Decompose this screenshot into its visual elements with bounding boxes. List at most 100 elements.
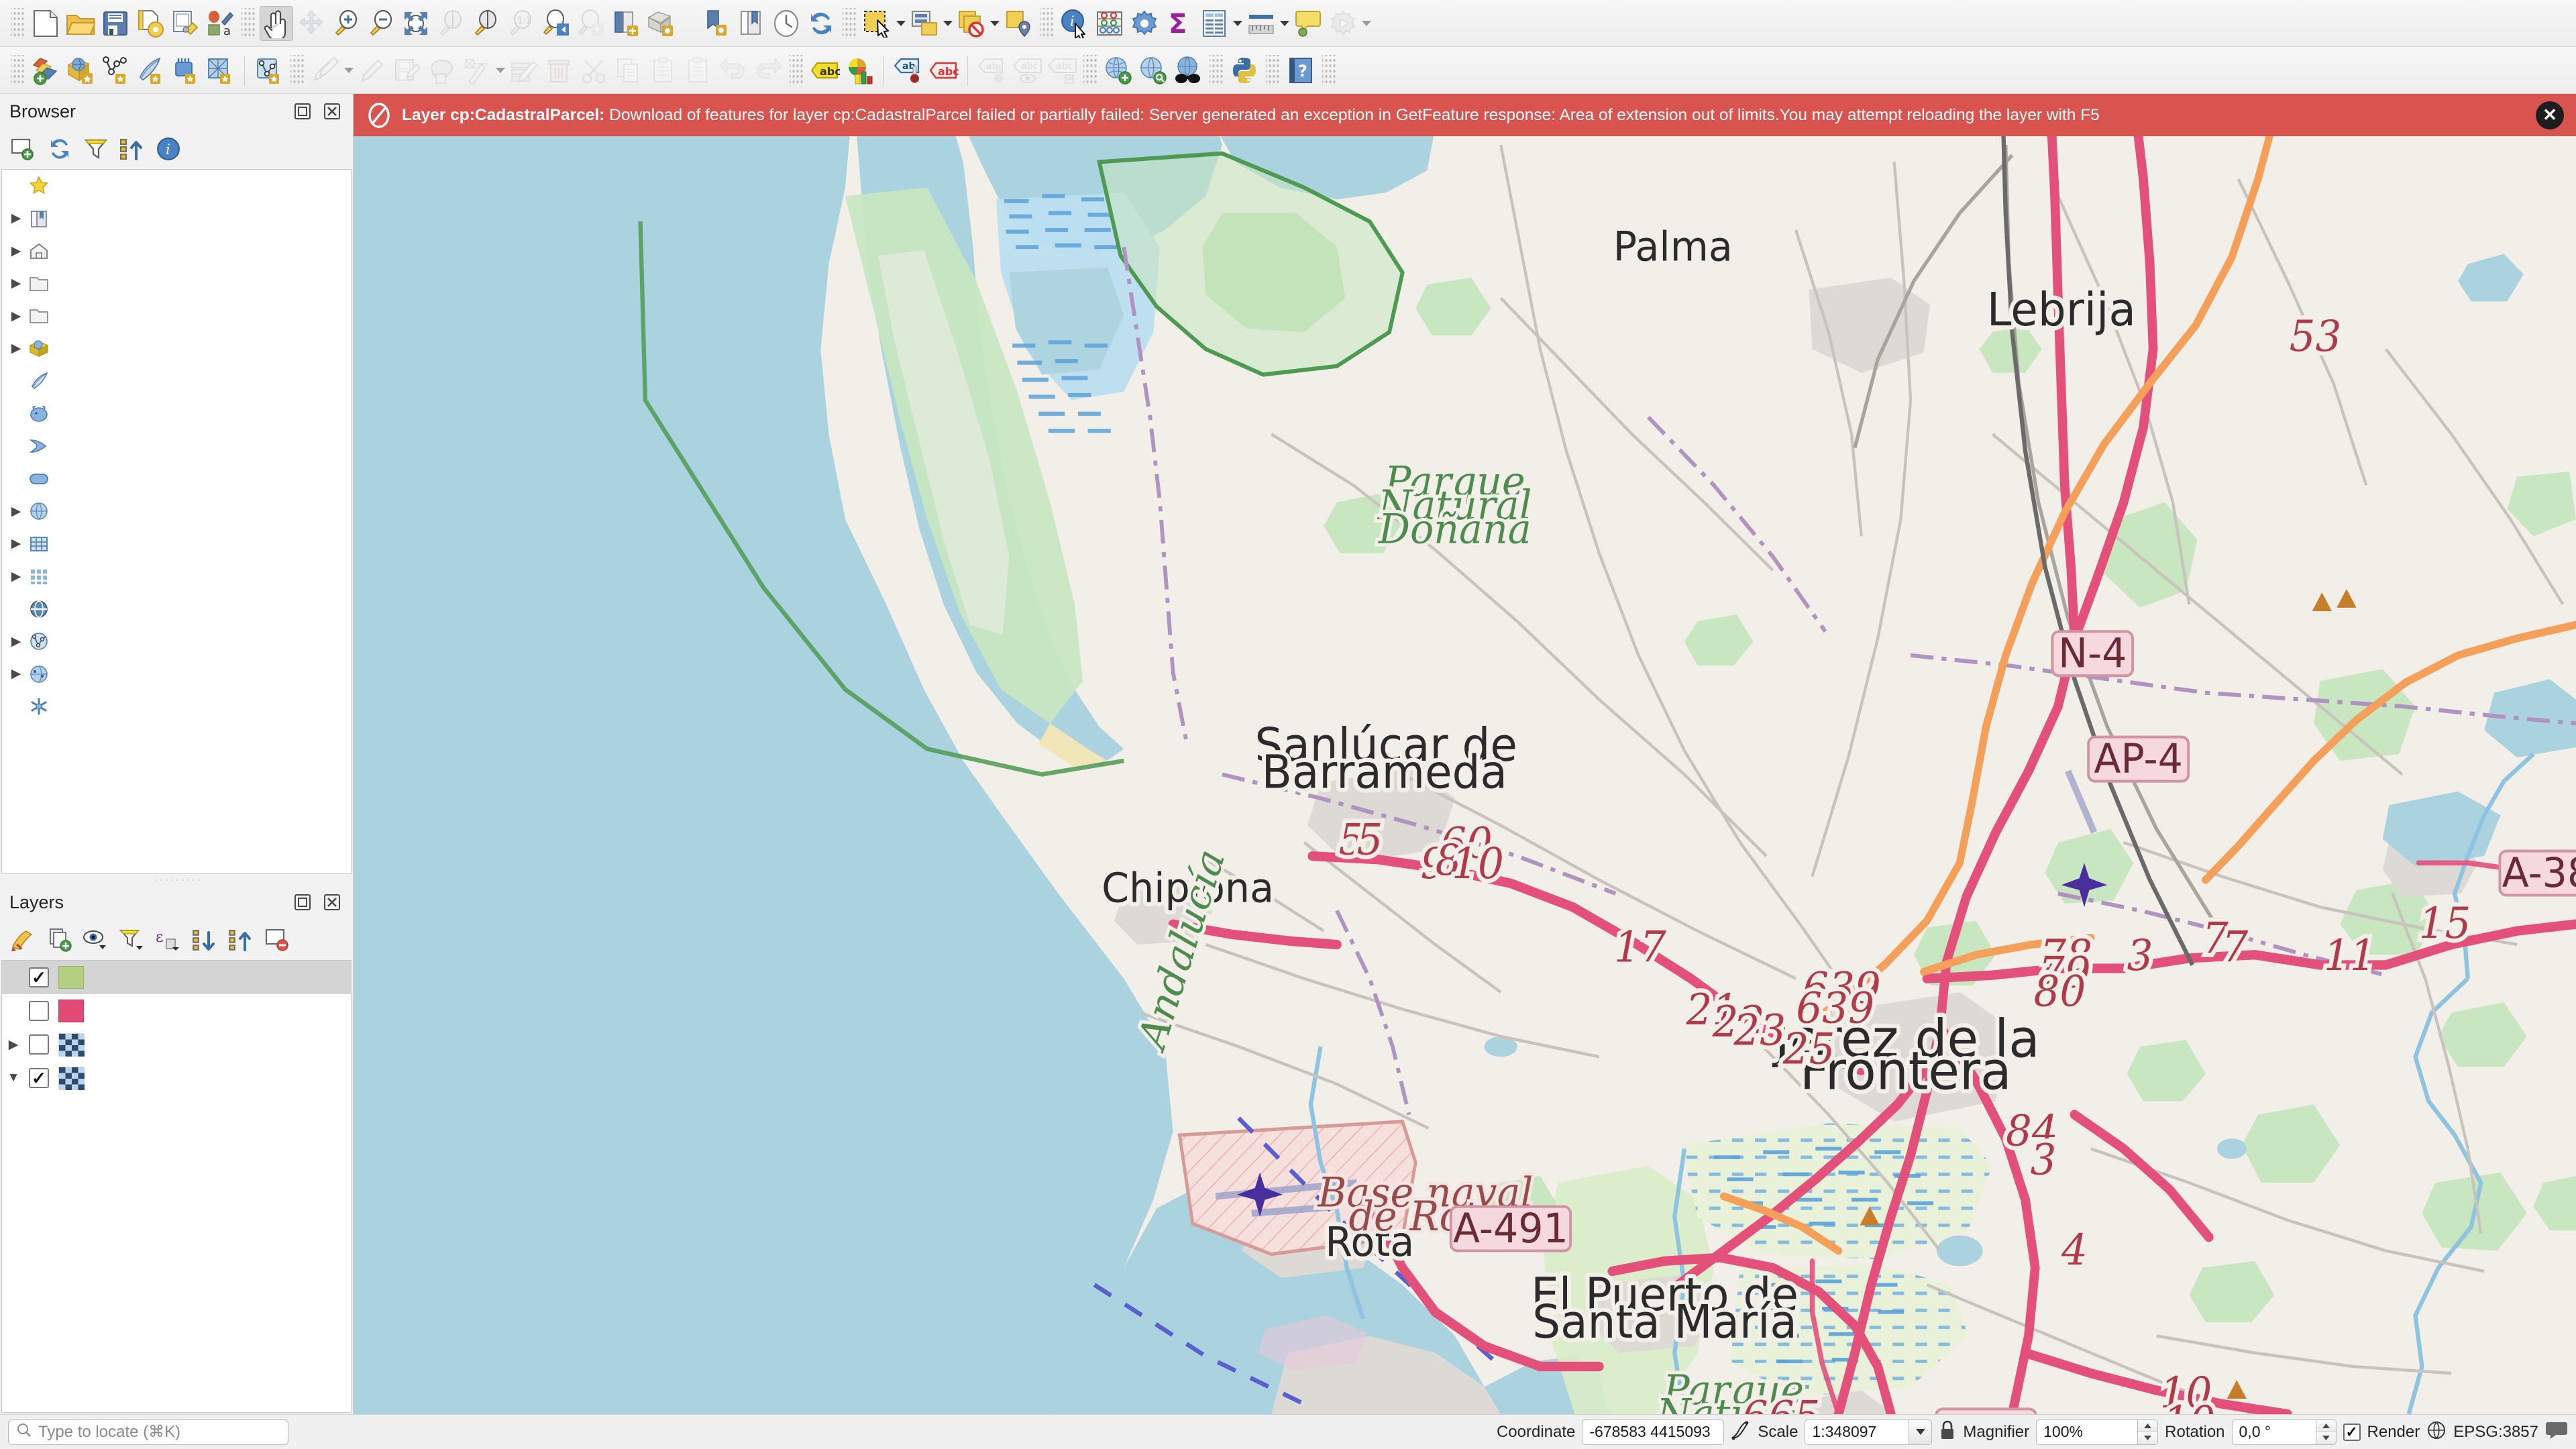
messages-icon[interactable]	[2545, 1420, 2568, 1444]
chevron-down-icon[interactable]	[1279, 6, 1291, 41]
zoom-in-icon[interactable]	[329, 6, 363, 41]
expand-arrow-icon[interactable]: ▶	[7, 244, 25, 259]
toolbar-handle[interactable]	[1266, 54, 1279, 86]
add-spatialite-layer-icon[interactable]	[133, 53, 167, 88]
filter-legend-icon[interactable]	[115, 923, 149, 957]
layer-item-google-satellite-hybrid[interactable]: ▶	[2, 1028, 351, 1061]
rotation-value[interactable]: 0,0 °	[2231, 1419, 2316, 1445]
lock-scale-icon[interactable]	[1939, 1419, 1956, 1444]
crs-globe-icon[interactable]	[2426, 1420, 2447, 1444]
pan-to-selection-icon[interactable]	[294, 6, 328, 41]
chevron-down-icon[interactable]	[989, 6, 1001, 41]
select-by-value-icon[interactable]	[908, 6, 941, 41]
deselect-features-icon[interactable]	[955, 6, 988, 41]
redo-icon[interactable]	[751, 53, 785, 88]
browser-item-favorites[interactable]: ▶	[2, 170, 351, 203]
refresh-browser-icon[interactable]	[43, 132, 76, 166]
toolbar-handle[interactable]	[241, 7, 255, 39]
expand-arrow-icon[interactable]: ▶	[7, 569, 25, 584]
stepper-up-icon[interactable]	[2316, 1419, 2336, 1432]
paste-features-icon[interactable]	[647, 53, 680, 88]
new-3d-map-view-icon[interactable]	[643, 6, 677, 41]
magnifier-stepper[interactable]	[2138, 1419, 2159, 1445]
zoom-native-icon[interactable]: 1:1	[504, 6, 537, 41]
multi-edit-icon[interactable]	[507, 53, 541, 88]
crs-label[interactable]: EPSG:3857	[2453, 1423, 2538, 1442]
expand-arrow-icon[interactable]: ▶	[7, 536, 25, 551]
layer-item-openstreetmap[interactable]: ▼ ✓	[2, 1061, 351, 1095]
expand-arrow-icon[interactable]: ▶	[5, 1037, 22, 1053]
python-console-icon[interactable]	[1228, 53, 1261, 88]
coordinate-field[interactable]: -678583 4415093	[1582, 1419, 1725, 1445]
browser-tree[interactable]: ▶▶▶▶▶▶▶▶▶▶▶▶▶▶▶▶▶	[1, 169, 352, 874]
undo-icon[interactable]	[716, 53, 750, 88]
stepper-down-icon[interactable]	[2138, 1432, 2158, 1444]
rotation-spinbox[interactable]: 0,0 °	[2231, 1419, 2337, 1445]
layer-visibility-checkbox[interactable]: ✓	[29, 967, 49, 987]
paste-as-new-icon[interactable]	[682, 53, 715, 88]
collapse-all-icon[interactable]	[115, 132, 149, 166]
map-tips-icon[interactable]	[1291, 6, 1325, 41]
refresh-icon[interactable]	[804, 6, 838, 41]
browser-item-wfs-ogc-api-features[interactable]: ▶	[2, 625, 351, 658]
browser-item-vector-tiles[interactable]: ▶	[2, 528, 351, 561]
stepper-up-icon[interactable]	[2138, 1419, 2158, 1432]
expand-arrow-icon[interactable]: ▶	[7, 276, 25, 291]
browser-item-geonode[interactable]: ▶	[2, 690, 351, 723]
layer-visibility-checkbox[interactable]	[29, 1034, 49, 1055]
zoom-to-selection-icon[interactable]	[434, 6, 468, 41]
float-browser-panel-button[interactable]	[291, 100, 314, 123]
float-layers-panel-button[interactable]	[291, 891, 314, 914]
toolbar-handle[interactable]	[790, 54, 803, 86]
add-geopackage-layer-icon[interactable]	[64, 53, 97, 88]
find-layer-icon[interactable]	[1171, 53, 1205, 88]
browser-item-macintosh-hd[interactable]: ▶	[2, 268, 351, 301]
metasearch-icon[interactable]	[1136, 53, 1170, 88]
browser-item-wms-wmts[interactable]: ▶	[2, 495, 351, 528]
zoom-last-icon[interactable]	[539, 6, 572, 41]
new-print-layout-icon[interactable]	[133, 6, 167, 41]
new-label-icon[interactable]: abc	[808, 53, 841, 88]
layer-visibility-checkbox[interactable]: ✓	[29, 1068, 49, 1088]
save-project-icon[interactable]	[99, 6, 132, 41]
close-browser-panel-button[interactable]	[321, 100, 343, 123]
expand-arrow-icon[interactable]: ▶	[7, 309, 25, 324]
delete-selected-icon[interactable]	[542, 53, 576, 88]
layer-item-cp-cadastralzoning[interactable]	[2, 994, 351, 1028]
rotation-stepper[interactable]	[2316, 1419, 2337, 1445]
modify-attributes-icon[interactable]	[460, 53, 494, 88]
browser-item-home[interactable]: ▶	[2, 235, 351, 268]
manage-visibility-icon[interactable]	[79, 923, 113, 957]
magnifier-value[interactable]: 100%	[2036, 1419, 2139, 1445]
remove-layer-icon[interactable]	[260, 923, 294, 957]
browser-item-volumes[interactable]: ▶	[2, 300, 351, 333]
add-wfs-layer-icon[interactable]	[252, 53, 286, 88]
expand-all-icon[interactable]	[188, 923, 221, 957]
panel-splitter[interactable]	[0, 875, 353, 885]
browser-item-wcs[interactable]: ▶	[2, 593, 351, 626]
magnifier-spinbox[interactable]: 100%	[2036, 1419, 2159, 1445]
zoom-next-icon[interactable]	[574, 6, 607, 41]
toolbar-handle[interactable]	[290, 54, 304, 86]
move-label-icon[interactable]: ab	[975, 53, 1009, 88]
open-layer-styling-icon[interactable]	[7, 923, 40, 957]
add-vector-layer-icon[interactable]	[29, 53, 62, 88]
expand-arrow-icon[interactable]: ▶	[7, 666, 25, 682]
layer-item-cp-cadastralparcel[interactable]: ✓	[2, 961, 351, 994]
add-wms-layer-icon[interactable]	[1102, 53, 1135, 88]
temporal-controller-icon[interactable]	[769, 6, 803, 41]
open-project-icon[interactable]	[64, 6, 97, 41]
vertex-tool-icon[interactable]	[425, 53, 459, 88]
rotate-label-icon[interactable]: abc	[1045, 53, 1079, 88]
zoom-out-icon[interactable]	[364, 6, 398, 41]
map-canvas-area[interactable]: Layer cp:CadastralParcel: Download of fe…	[354, 94, 2576, 1414]
expand-arrow-icon[interactable]: ▶	[7, 634, 25, 649]
identify-features-icon[interactable]: i	[1058, 6, 1091, 41]
show-bookmarks-icon[interactable]	[735, 6, 768, 41]
scale-combo[interactable]: 1:348097	[1805, 1419, 1933, 1445]
toolbar-handle[interactable]	[11, 7, 24, 39]
toolbar-handle[interactable]	[11, 54, 24, 86]
show-hide-labels-icon[interactable]: abc	[1010, 53, 1044, 88]
pin-labels-icon[interactable]: ab	[892, 53, 925, 88]
help-contents-icon[interactable]: ?	[1284, 53, 1318, 88]
